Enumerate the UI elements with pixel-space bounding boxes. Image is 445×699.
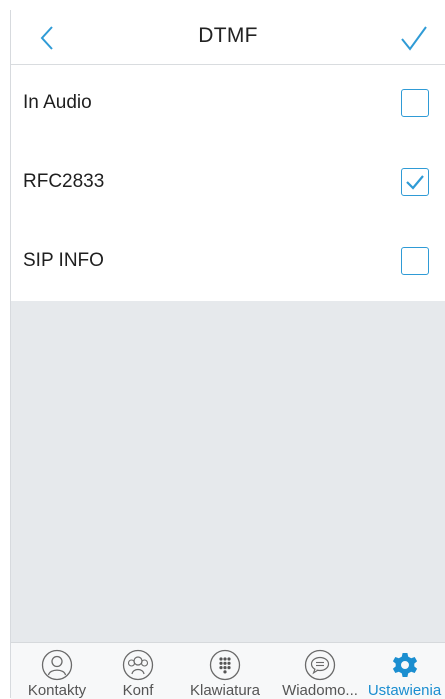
option-row-rfc2833[interactable]: RFC2833 xyxy=(11,144,445,224)
tab-klawiatura[interactable]: Klawiatura xyxy=(173,643,277,699)
tab-label: Kontakty xyxy=(27,682,87,699)
tab-konf[interactable]: Konf xyxy=(103,643,173,699)
message-icon xyxy=(304,649,336,681)
tab-label: Klawiatura xyxy=(189,682,261,699)
app-frame: DTMF In Audio RFC2833 SIP INFO Kontakty … xyxy=(10,10,445,699)
checkbox-sip-info[interactable] xyxy=(401,247,429,275)
tab-ustawienia[interactable]: Ustawienia xyxy=(363,643,445,699)
checkmark-icon xyxy=(406,175,424,190)
option-row-in-audio[interactable]: In Audio xyxy=(11,65,445,145)
tab-wiadomosci[interactable]: Wiadomo... xyxy=(277,643,363,699)
conference-icon xyxy=(122,649,154,681)
top-bar: DTMF xyxy=(11,10,445,65)
bottom-tab-bar: Kontakty Konf Klawiatura Wiadomo... Usta… xyxy=(11,642,445,699)
checkbox-in-audio[interactable] xyxy=(401,89,429,117)
dialpad-icon xyxy=(209,649,241,681)
gear-icon xyxy=(392,653,417,677)
tab-label: Ustawienia xyxy=(367,682,442,699)
tab-kontakty[interactable]: Kontakty xyxy=(11,643,103,699)
empty-content-area xyxy=(11,301,445,642)
page-title: DTMF xyxy=(198,24,258,47)
option-label: SIP INFO xyxy=(23,250,104,271)
option-label: In Audio xyxy=(23,92,92,113)
tab-label: Konf xyxy=(122,682,154,699)
confirm-button[interactable] xyxy=(399,24,429,52)
option-row-sip-info[interactable]: SIP INFO xyxy=(11,223,445,303)
contact-icon xyxy=(41,649,73,681)
checkbox-rfc2833[interactable] xyxy=(401,168,429,196)
option-label: RFC2833 xyxy=(23,171,105,192)
checkmark-icon xyxy=(401,26,427,51)
tab-label: Wiadomo... xyxy=(282,682,358,699)
